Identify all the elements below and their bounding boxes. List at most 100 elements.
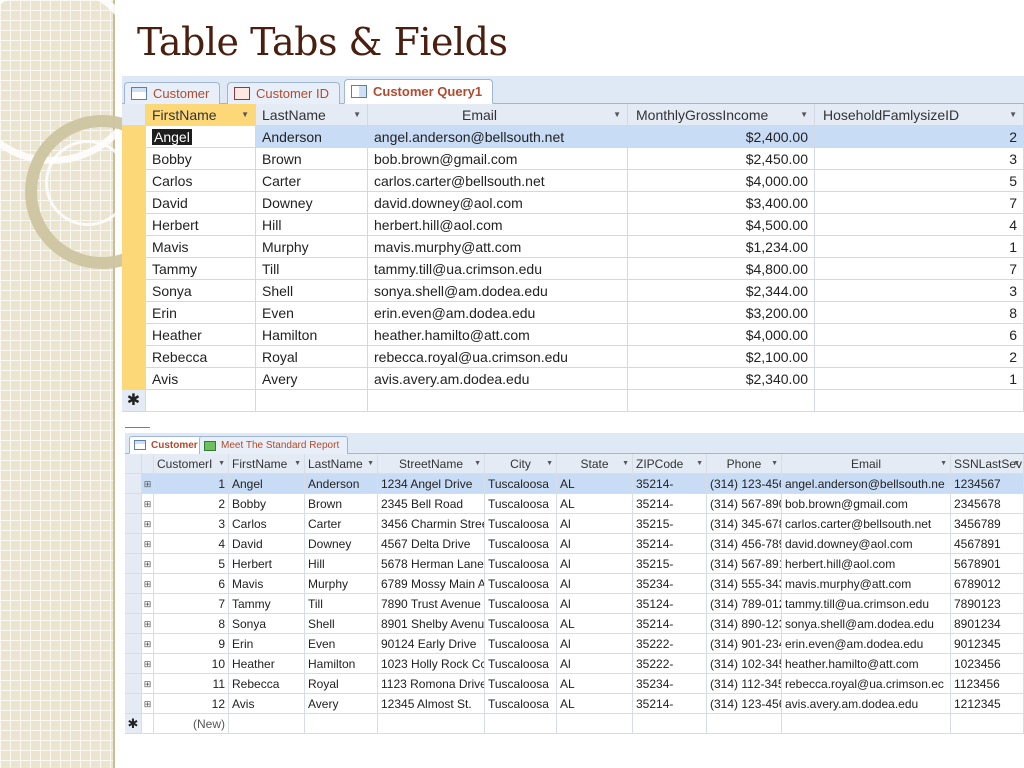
table-cell[interactable]: Rebecca — [229, 674, 305, 694]
table-row[interactable]: ⊞ 6 Mavis Murphy 6789 Mossy Main A Tuscaloosa… — [125, 574, 1024, 594]
column-header[interactable]: SSNLastSev ▼ — [951, 454, 1024, 474]
table-cell[interactable]: avis.avery.am.dodea.edu — [782, 694, 951, 714]
expand-row-icon[interactable]: ⊞ — [142, 554, 154, 574]
table-cell[interactable] — [305, 714, 378, 734]
table-cell[interactable]: Sonya — [146, 280, 256, 302]
table-cell[interactable]: Al — [557, 594, 633, 614]
table-cell[interactable]: Carter — [305, 514, 378, 534]
table-cell[interactable]: Hill — [305, 554, 378, 574]
table-cell[interactable]: Herbert — [146, 214, 256, 236]
table-cell[interactable]: 35234- — [633, 674, 707, 694]
table-cell[interactable]: Tuscaloosa — [485, 474, 557, 494]
table-cell[interactable]: rebecca.royal@ua.crimson.edu — [368, 346, 628, 368]
table-cell[interactable]: Tuscaloosa — [485, 514, 557, 534]
table-cell[interactable] — [951, 714, 1024, 734]
expand-row-icon[interactable]: ⊞ — [142, 654, 154, 674]
table-cell[interactable]: Hamilton — [305, 654, 378, 674]
table-cell[interactable]: AL — [557, 674, 633, 694]
table-cell[interactable]: 7 — [815, 258, 1024, 280]
dropdown-arrow-icon[interactable]: ▼ — [696, 454, 703, 473]
table-cell[interactable]: angel.anderson@bellsouth.ne — [782, 474, 951, 494]
table-cell[interactable]: Avis — [146, 368, 256, 390]
expand-row-icon[interactable]: ⊞ — [142, 634, 154, 654]
table-cell[interactable]: 8 — [815, 302, 1024, 324]
table-cell[interactable]: $2,400.00 — [628, 126, 815, 148]
table-cell[interactable]: sonya.shell@am.dodea.edu — [368, 280, 628, 302]
table-row[interactable]: ⊞ 7 Tammy Till 7890 Trust Avenue Tuscaloosa Al… — [125, 594, 1024, 614]
record-selector[interactable] — [122, 192, 146, 214]
table-cell[interactable]: Erin — [229, 634, 305, 654]
record-selector[interactable] — [122, 236, 146, 258]
table-cell[interactable]: carlos.carter@bellsouth.net — [368, 170, 628, 192]
table-cell[interactable]: 35124- — [633, 594, 707, 614]
dropdown-arrow-icon[interactable]: ▼ — [622, 454, 629, 473]
table-cell[interactable]: Downey — [305, 534, 378, 554]
column-header[interactable]: LastName ▼ — [305, 454, 378, 474]
table-row[interactable]: Rebecca Royal rebecca.royal@ua.crimson.edu… — [122, 346, 1024, 368]
select-all-corner[interactable] — [125, 454, 142, 474]
column-header[interactable]: CustomerI ▼ — [154, 454, 229, 474]
table-cell[interactable]: 7 — [154, 594, 229, 614]
table-cell[interactable]: Sonya — [229, 614, 305, 634]
record-selector[interactable] — [122, 126, 146, 148]
table-cell[interactable]: 35214- — [633, 614, 707, 634]
table-cell[interactable]: 10 — [154, 654, 229, 674]
record-selector[interactable] — [122, 148, 146, 170]
record-selector[interactable] — [122, 368, 146, 390]
dropdown-arrow-icon[interactable]: ▼ — [546, 454, 553, 473]
column-header[interactable]: FirstName ▼ — [146, 104, 256, 126]
table-cell[interactable] — [628, 390, 815, 412]
table-cell[interactable]: Heather — [229, 654, 305, 674]
expand-row-icon[interactable]: ⊞ — [142, 574, 154, 594]
table-row[interactable]: ⊞ 10 Heather Hamilton 1023 Holly Rock Cc Tusc… — [125, 654, 1024, 674]
table-cell[interactable]: 5678 Herman Lane — [378, 554, 485, 574]
table-cell[interactable]: Mavis — [229, 574, 305, 594]
table-cell[interactable]: (314) 890-123 — [707, 614, 782, 634]
table-cell[interactable]: $4,000.00 — [628, 170, 815, 192]
table-cell[interactable]: Al — [557, 634, 633, 654]
expand-row-icon[interactable]: ⊞ — [142, 514, 154, 534]
tab-meet-the-standard-report[interactable]: Meet The Standard Report — [199, 436, 349, 454]
table-cell[interactable]: (314) 789-012 — [707, 594, 782, 614]
table-cell[interactable]: Till — [256, 258, 368, 280]
table-cell[interactable] — [378, 714, 485, 734]
dropdown-arrow-icon[interactable]: ▼ — [613, 104, 621, 125]
table-cell[interactable]: 8 — [154, 614, 229, 634]
table-cell[interactable]: Carter — [256, 170, 368, 192]
table-cell[interactable]: (314) 567-891 — [707, 554, 782, 574]
table-cell[interactable]: 35214- — [633, 694, 707, 714]
table-cell[interactable]: Downey — [256, 192, 368, 214]
record-selector[interactable] — [122, 214, 146, 236]
table-cell[interactable]: Al — [557, 514, 633, 534]
record-selector[interactable] — [125, 654, 142, 674]
tab-customer-query1[interactable]: Customer Query1 — [344, 79, 494, 104]
table-cell[interactable]: heather.hamilto@att.com — [782, 654, 951, 674]
table-row[interactable]: Avis Avery avis.avery.am.dodea.edu $2,340.0… — [122, 368, 1024, 390]
record-selector[interactable] — [125, 554, 142, 574]
table-cell[interactable]: 4 — [154, 534, 229, 554]
record-selector[interactable] — [122, 258, 146, 280]
table-cell[interactable] — [707, 714, 782, 734]
table-row[interactable]: Angel Anderson angel.anderson@bellsouth.ne… — [122, 126, 1024, 148]
table-cell[interactable]: 4 — [815, 214, 1024, 236]
table-row[interactable]: Erin Even erin.even@am.dodea.edu $3,200.00 8 — [122, 302, 1024, 324]
new-record-row[interactable]: ✱ (New) — [125, 714, 1024, 734]
table-cell[interactable]: 2345678 — [951, 494, 1024, 514]
table-cell[interactable]: 7890123 — [951, 594, 1024, 614]
table-cell[interactable]: 35222- — [633, 654, 707, 674]
table-cell[interactable] — [485, 714, 557, 734]
table-cell[interactable]: AL — [557, 494, 633, 514]
table-cell[interactable]: Even — [305, 634, 378, 654]
table-cell[interactable]: AL — [557, 474, 633, 494]
table-row[interactable]: Herbert Hill herbert.hill@aol.com $4,500.00… — [122, 214, 1024, 236]
table-cell[interactable]: $2,450.00 — [628, 148, 815, 170]
table-cell[interactable]: 7890 Trust Avenue — [378, 594, 485, 614]
table-cell[interactable]: tammy.till@ua.crimson.edu — [368, 258, 628, 280]
table-cell[interactable]: 5 — [815, 170, 1024, 192]
table-cell[interactable]: bob.brown@gmail.com — [782, 494, 951, 514]
table-cell[interactable]: 8901 Shelby Avenu — [378, 614, 485, 634]
table-cell[interactable]: mavis.murphy@att.com — [782, 574, 951, 594]
table-cell[interactable]: erin.even@am.dodea.edu — [782, 634, 951, 654]
table-row[interactable]: David Downey david.downey@aol.com $3,400.00… — [122, 192, 1024, 214]
column-header[interactable]: StreetName ▼ — [378, 454, 485, 474]
